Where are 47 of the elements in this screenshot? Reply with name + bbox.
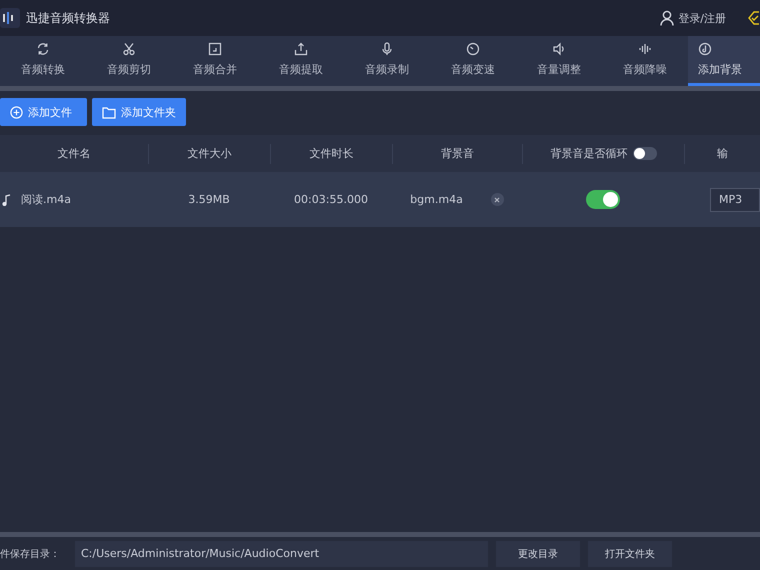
format-dropdown[interactable]: MP3: [710, 188, 760, 212]
waveform-icon: [638, 42, 652, 56]
upload-tray-icon: [294, 42, 308, 56]
tab[interactable]: 音量调整: [516, 36, 602, 86]
remove-icon[interactable]: [490, 193, 504, 206]
tab[interactable]: 音频录制: [344, 36, 430, 86]
column-header: 背景音: [441, 146, 474, 161]
gauge-icon: [466, 42, 480, 56]
toggle-switch[interactable]: [586, 190, 620, 209]
logo-icon: [0, 8, 20, 28]
file-name: 阅读.m4a: [21, 192, 71, 207]
login-link[interactable]: 登录/注册: [654, 9, 732, 27]
change-folder-button[interactable]: 更改目录: [496, 540, 580, 566]
tab[interactable]: 音频降噪: [602, 36, 688, 86]
column-header: 输: [717, 146, 728, 161]
background-music-name: bgm.m4a: [410, 193, 463, 206]
plus-circle-icon: [10, 106, 23, 118]
add-folder-button[interactable]: 添加文件夹: [92, 98, 186, 126]
column-header: 文件大小: [188, 146, 232, 161]
speaker-icon: [552, 42, 566, 56]
app-title: 迅捷音频转换器: [26, 10, 111, 26]
file-size: 3.59MB: [188, 193, 230, 206]
folder-icon: [102, 106, 116, 118]
diamond-icon: [748, 10, 760, 26]
column-header: 文件时长: [310, 146, 354, 161]
column-header: 文件名: [58, 146, 90, 161]
file-duration: 00:03:55.000: [294, 193, 368, 206]
scissors-icon: [122, 42, 136, 56]
user-icon: [660, 10, 674, 26]
tab[interactable]: 音频提取: [258, 36, 344, 86]
tab[interactable]: 添加背景: [688, 36, 760, 86]
square-icon: [208, 42, 222, 56]
microphone-icon: [380, 42, 394, 56]
path-field[interactable]: C:/Users/Administrator/Music/AudioConvert: [75, 540, 488, 566]
toggle-switch[interactable]: [632, 147, 656, 160]
table-row[interactable]: 阅读.m4a 3.59MB 00:03:55.000 bgm.m4a MP3: [0, 172, 760, 227]
tab[interactable]: 音频变速: [430, 36, 516, 86]
music-note-icon: [2, 194, 12, 206]
music-note-icon: [698, 42, 712, 56]
refresh-icon: [36, 42, 50, 56]
tab[interactable]: 音频剪切: [86, 36, 172, 86]
open-folder-button[interactable]: 打开文件夹: [588, 540, 672, 566]
tab[interactable]: 音频转换: [0, 36, 86, 86]
tab[interactable]: 音频合并: [172, 36, 258, 86]
save-folder-label: 件保存目录：: [0, 548, 61, 560]
column-header: 背景音是否循环: [550, 146, 628, 161]
add-file-button[interactable]: 添加文件: [0, 98, 87, 126]
